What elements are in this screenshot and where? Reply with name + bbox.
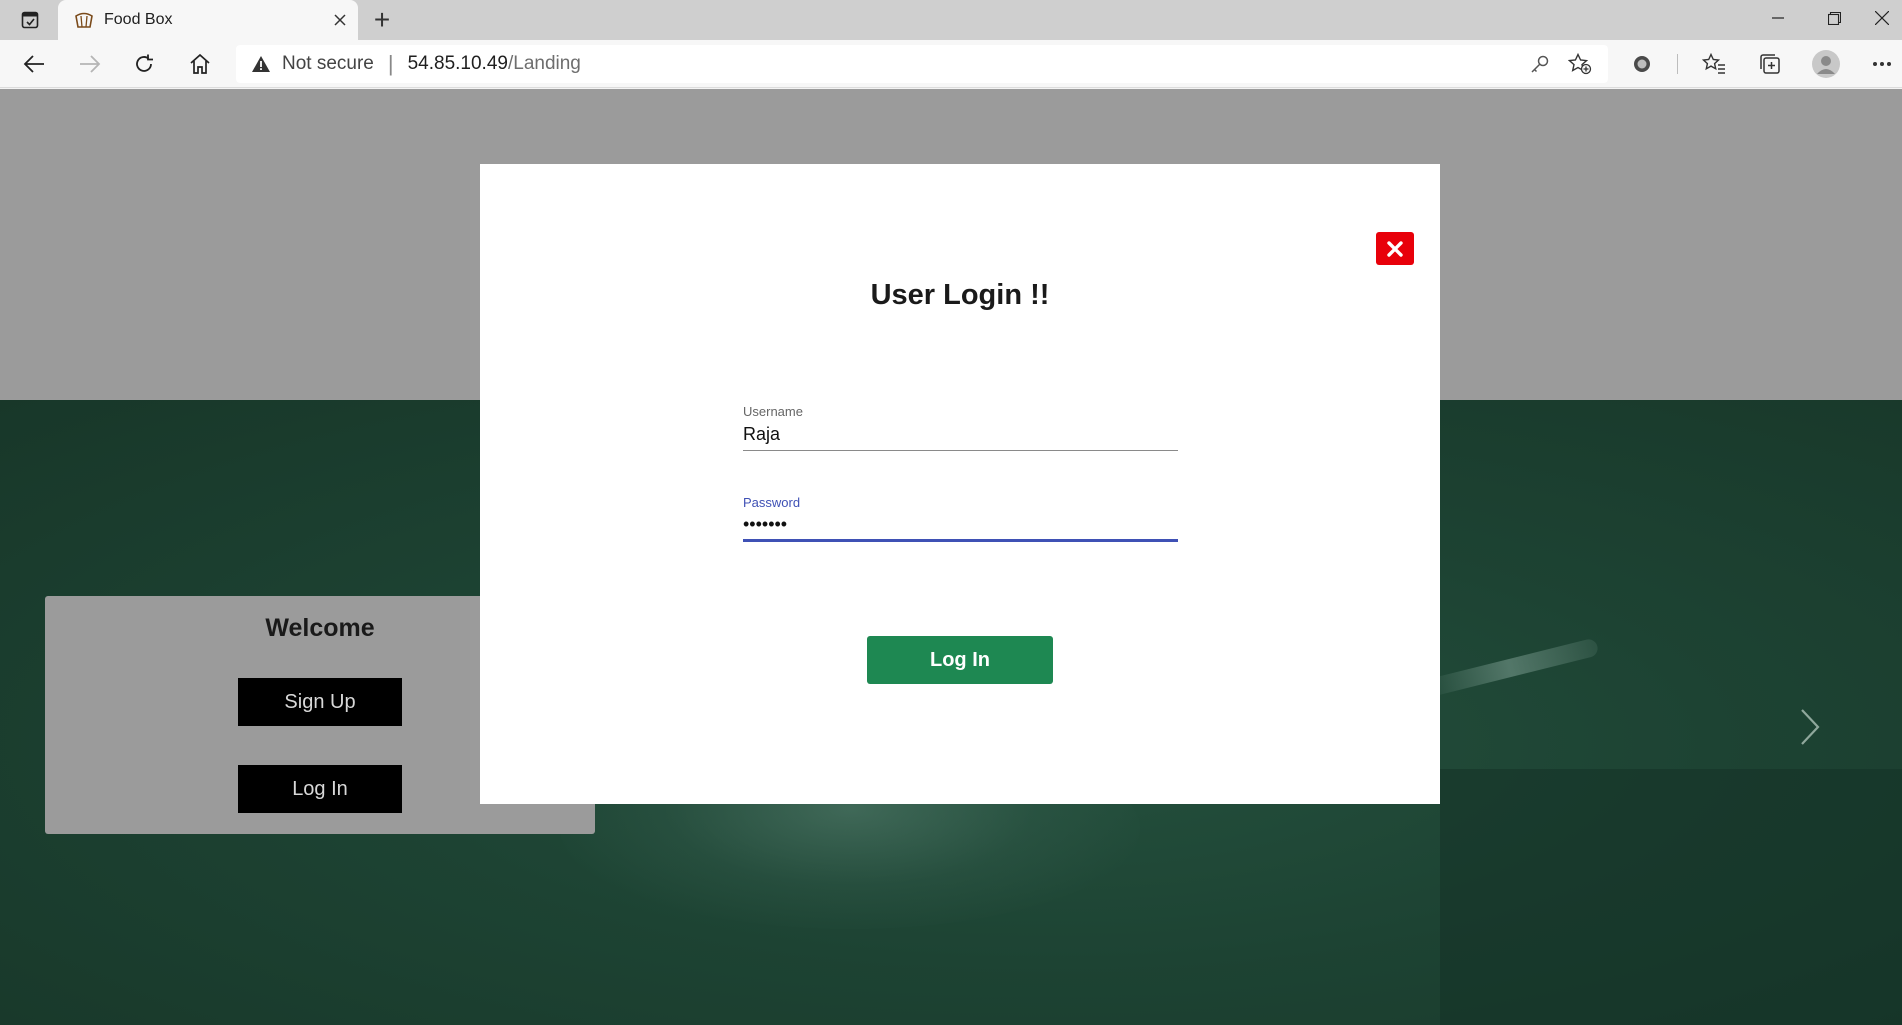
password-input[interactable] [743,510,1178,542]
tab-actions-icon[interactable] [10,6,50,34]
url-host[interactable]: 54.85.10.49 [408,53,508,75]
back-arrow-icon[interactable] [16,48,52,80]
collections-icon[interactable] [1750,46,1790,82]
carousel-caption-band [1440,769,1902,1025]
key-icon[interactable] [1520,49,1560,79]
extension-circle-icon[interactable] [1622,46,1662,82]
landing-page: Welcome Sign Up Log In User Login !! Use… [0,89,1902,1025]
minimize-window-icon[interactable] [1750,0,1806,36]
url-path[interactable]: /Landing [508,53,581,75]
sign-up-button[interactable]: Sign Up [238,678,402,726]
browser-tab-active[interactable]: Food Box [58,0,358,40]
address-bar[interactable]: Not secure | 54.85.10.49 /Landing [236,45,1608,83]
tab-close-icon[interactable] [322,2,358,38]
address-bar-actions [1520,49,1600,79]
refresh-icon[interactable] [126,48,162,80]
tab-title: Food Box [104,11,173,28]
modal-title: User Login !! [870,279,1050,311]
welcome-login-button[interactable]: Log In [238,765,402,813]
toolbar-divider [1677,54,1678,74]
carousel-next-chevron-icon[interactable] [1790,697,1830,757]
username-label: Username [743,404,803,419]
login-modal: User Login !! Username Password Log In [480,164,1440,804]
food-box-favicon-icon [72,8,96,32]
address-separator: | [387,51,394,76]
more-options-icon[interactable] [1862,46,1902,82]
home-icon[interactable] [182,48,218,80]
modal-login-button[interactable]: Log In [867,636,1053,684]
username-input[interactable] [743,419,1178,451]
add-favorite-star-icon[interactable] [1560,49,1600,79]
restore-window-icon[interactable] [1806,0,1862,36]
password-field: Password [743,495,1178,542]
modal-close-button[interactable] [1376,232,1414,265]
favorites-icon[interactable] [1694,46,1734,82]
forward-arrow-icon[interactable] [72,48,108,80]
browser-tabstrip: Food Box + [0,0,1902,40]
username-field: Username [743,404,1178,451]
close-x-icon [1387,240,1403,257]
close-window-icon[interactable] [1862,0,1902,36]
profile-avatar-icon[interactable] [1806,46,1846,82]
not-secure-label[interactable]: Not secure [282,53,374,75]
warning-triangle-icon[interactable] [250,53,272,75]
new-tab-button[interactable]: + [366,4,398,36]
password-label: Password [743,495,801,510]
browser-toolbar: Not secure | 54.85.10.49 /Landing [0,40,1902,88]
